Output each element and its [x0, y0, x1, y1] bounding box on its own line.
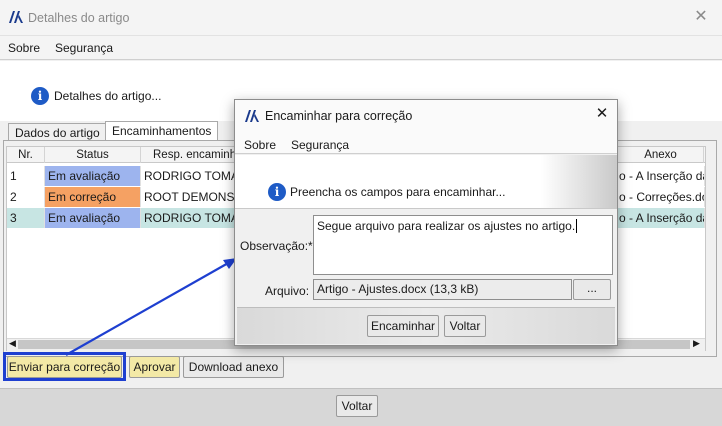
dialog-info-panel: [235, 155, 617, 209]
arquivo-label: Arquivo:: [265, 284, 310, 298]
dialog-info-text: Preencha os campos para encaminhar...: [290, 185, 506, 199]
observacao-label: Observação:*: [240, 239, 313, 253]
browse-button[interactable]: ...: [573, 279, 611, 300]
app-logo-icon: [245, 110, 259, 122]
encaminhar-dialog: Encaminhar para correção ✕ Sobre Seguran…: [234, 99, 618, 346]
arquivo-field: Artigo - Ajustes.docx (13,3 kB): [313, 279, 572, 300]
info-icon: i: [268, 183, 286, 201]
observacao-field[interactable]: Segue arquivo para realizar os ajustes n…: [313, 215, 613, 275]
encaminhar-button[interactable]: Encaminhar: [367, 315, 439, 337]
dialog-menu-sobre[interactable]: Sobre: [244, 138, 276, 152]
dialog-title: Encaminhar para correção: [265, 109, 413, 123]
close-icon[interactable]: ✕: [591, 103, 613, 125]
dialog-voltar-button[interactable]: Voltar: [444, 315, 486, 337]
dialog-menu-seguranca[interactable]: Segurança: [291, 138, 349, 152]
